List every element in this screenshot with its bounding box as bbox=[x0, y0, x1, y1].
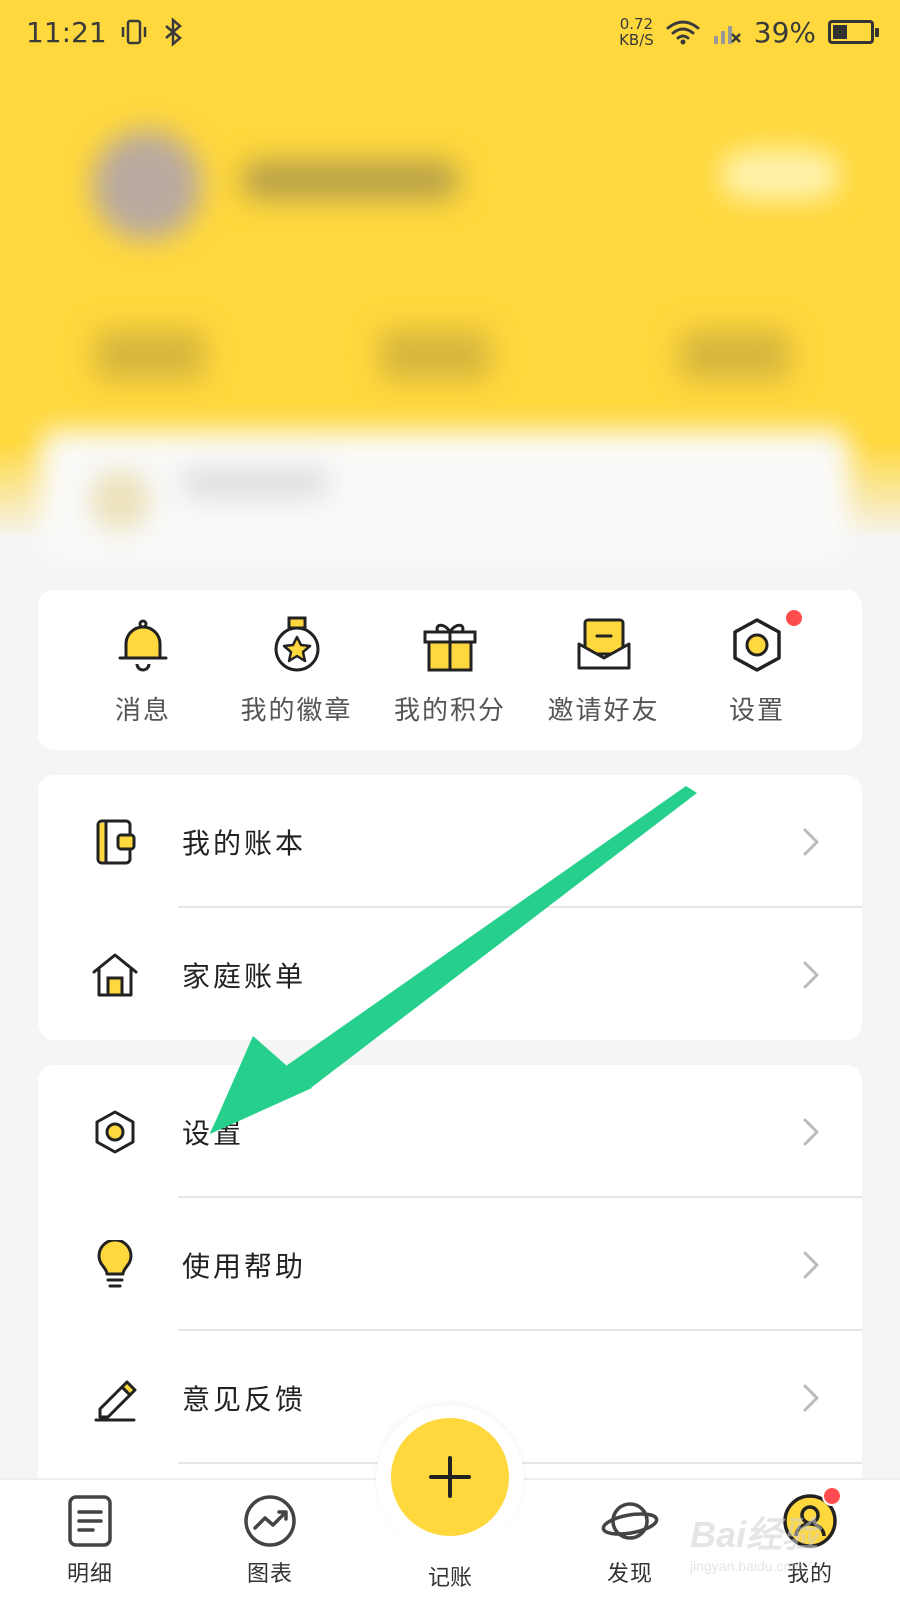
network-speed: 0.72 KB/S bbox=[619, 16, 654, 48]
planet-icon bbox=[601, 1502, 659, 1540]
quick-action-label: 我的积分 bbox=[393, 695, 506, 726]
battery-icon bbox=[828, 20, 879, 44]
chart-trend-icon bbox=[244, 1495, 296, 1547]
cellular-signal-icon bbox=[713, 26, 741, 44]
quick-action-label: 邀请好友 bbox=[547, 695, 660, 726]
menu-item-label: 设置 bbox=[182, 1116, 245, 1150]
settings-hex-icon bbox=[733, 617, 781, 672]
notification-dot bbox=[822, 1486, 842, 1506]
chevron-right-icon bbox=[803, 961, 819, 988]
profile-action-button[interactable] bbox=[720, 150, 840, 200]
profile-stat bbox=[95, 330, 205, 380]
status-bar: 11:21 0.72 KB/S 39% bbox=[0, 0, 900, 64]
notification-dot bbox=[784, 607, 804, 628]
nav-label: 发现 bbox=[606, 1562, 653, 1587]
plus-icon bbox=[429, 1456, 471, 1498]
promo-text bbox=[180, 470, 330, 496]
nav-label: 明细 bbox=[66, 1562, 113, 1587]
chevron-right-icon bbox=[803, 828, 819, 855]
avatar[interactable] bbox=[92, 130, 202, 240]
menu-item-my-ledger[interactable]: 我的账本 bbox=[38, 775, 862, 908]
pencil-icon bbox=[94, 1380, 137, 1421]
menu-item-label: 意见反馈 bbox=[182, 1382, 307, 1416]
menu-item-label: 家庭账单 bbox=[182, 959, 307, 993]
house-icon bbox=[92, 953, 138, 996]
nav-label: 记账 bbox=[427, 1566, 472, 1591]
chevron-right-icon bbox=[803, 1384, 819, 1411]
quick-actions-card: 消息 我的徽章 我的积分 邀请好友 设置 bbox=[38, 590, 862, 750]
quick-action-messages[interactable]: 消息 bbox=[68, 614, 218, 727]
username bbox=[240, 160, 460, 200]
promo-icon bbox=[90, 470, 150, 530]
ledger-book-icon bbox=[96, 819, 136, 864]
quick-action-label: 设置 bbox=[728, 695, 785, 726]
quick-action-points[interactable]: 我的积分 bbox=[375, 614, 525, 727]
bell-icon bbox=[118, 619, 168, 671]
menu-item-settings[interactable]: 设置 bbox=[38, 1065, 862, 1198]
profile-header: 11:21 0.72 KB/S 39% bbox=[0, 0, 900, 560]
vibrate-icon bbox=[121, 19, 146, 45]
nav-label: 图表 bbox=[246, 1562, 293, 1587]
settings-hex-icon bbox=[95, 1110, 135, 1153]
menu-item-family-bill[interactable]: 家庭账单 bbox=[38, 908, 862, 1041]
nav-detail[interactable]: 明细 bbox=[30, 1492, 150, 1588]
nav-discover[interactable]: 发现 bbox=[570, 1492, 690, 1588]
battery-percent: 39% bbox=[753, 15, 816, 49]
quick-action-label: 我的徽章 bbox=[240, 695, 353, 726]
list-doc-icon bbox=[68, 1495, 112, 1547]
menu-group-ledger: 我的账本 家庭账单 bbox=[38, 775, 862, 1040]
watermark-main-text: Bai经验 bbox=[690, 1514, 819, 1555]
gift-icon bbox=[423, 623, 477, 671]
quick-action-badges[interactable]: 我的徽章 bbox=[222, 614, 372, 727]
invite-envelope-icon bbox=[577, 618, 630, 669]
menu-item-label: 使用帮助 bbox=[182, 1249, 307, 1283]
lightbulb-icon bbox=[97, 1239, 133, 1287]
wifi-icon bbox=[666, 20, 700, 45]
menu-item-label: 我的账本 bbox=[182, 826, 307, 860]
watermark-sub-text: jingyan.baidu.com bbox=[690, 1558, 803, 1574]
profile-stat bbox=[380, 330, 490, 380]
quick-action-settings[interactable]: 设置 bbox=[682, 607, 832, 727]
quick-action-label: 消息 bbox=[114, 695, 171, 726]
status-time: 11:21 bbox=[26, 15, 107, 49]
menu-item-help[interactable]: 使用帮助 bbox=[38, 1198, 862, 1331]
nav-chart[interactable]: 图表 bbox=[210, 1492, 330, 1588]
bluetooth-icon bbox=[164, 17, 182, 47]
chevron-right-icon bbox=[803, 1118, 819, 1145]
baidu-jingyan-watermark: Bai经验 jingyan.baidu.com bbox=[690, 1506, 890, 1586]
profile-promo-card[interactable] bbox=[40, 430, 850, 560]
chevron-right-icon bbox=[803, 1251, 819, 1278]
profile-stat bbox=[680, 330, 790, 380]
network-speed-unit: KB/S bbox=[619, 31, 654, 49]
network-speed-value: 0.72 bbox=[619, 15, 654, 33]
add-record-button[interactable] bbox=[391, 1418, 509, 1536]
badge-medal-icon bbox=[274, 616, 319, 671]
quick-action-invite[interactable]: 邀请好友 bbox=[529, 614, 679, 727]
